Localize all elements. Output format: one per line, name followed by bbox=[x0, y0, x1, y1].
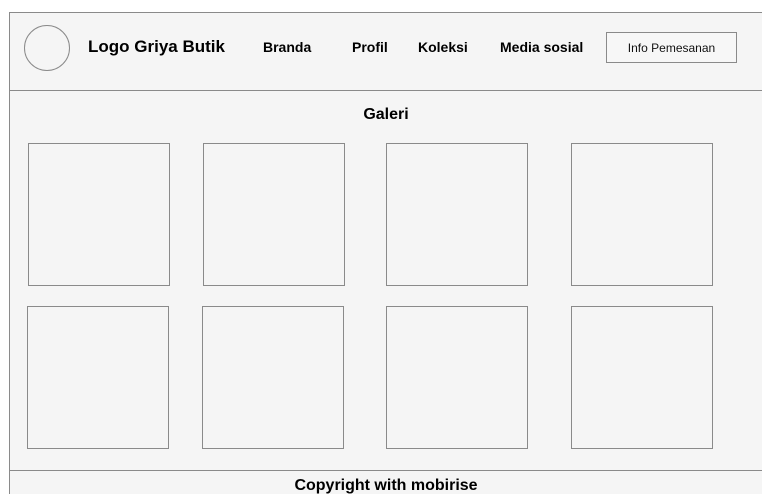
gallery-image-6[interactable] bbox=[202, 306, 344, 449]
gallery-image-3[interactable] bbox=[386, 143, 528, 286]
nav-link-branda[interactable]: Branda bbox=[263, 39, 311, 55]
nav-link-koleksi[interactable]: Koleksi bbox=[418, 39, 468, 55]
gallery-image-4[interactable] bbox=[571, 143, 713, 286]
gallery-title: Galeri bbox=[363, 106, 409, 123]
gallery-image-7[interactable] bbox=[386, 306, 528, 449]
logo-placeholder[interactable] bbox=[24, 25, 70, 71]
gallery-image-5[interactable] bbox=[27, 306, 169, 449]
nav-link-profil[interactable]: Profil bbox=[352, 39, 388, 55]
copyright-text: Copyright with mobirise bbox=[294, 477, 478, 494]
info-pemesanan-button[interactable]: Info Pemesanan bbox=[606, 32, 737, 63]
brand-name[interactable]: Logo Griya Butik bbox=[88, 37, 225, 57]
gallery-image-2[interactable] bbox=[203, 143, 345, 286]
gallery-image-1[interactable] bbox=[28, 143, 170, 286]
site-header: Logo Griya Butik Branda Profil Koleksi M… bbox=[10, 13, 762, 91]
page-frame: Logo Griya Butik Branda Profil Koleksi M… bbox=[9, 12, 762, 494]
gallery-image-8[interactable] bbox=[571, 306, 713, 449]
site-footer: Copyright with mobirise bbox=[10, 470, 762, 495]
nav-link-media-sosial[interactable]: Media sosial bbox=[500, 39, 583, 55]
